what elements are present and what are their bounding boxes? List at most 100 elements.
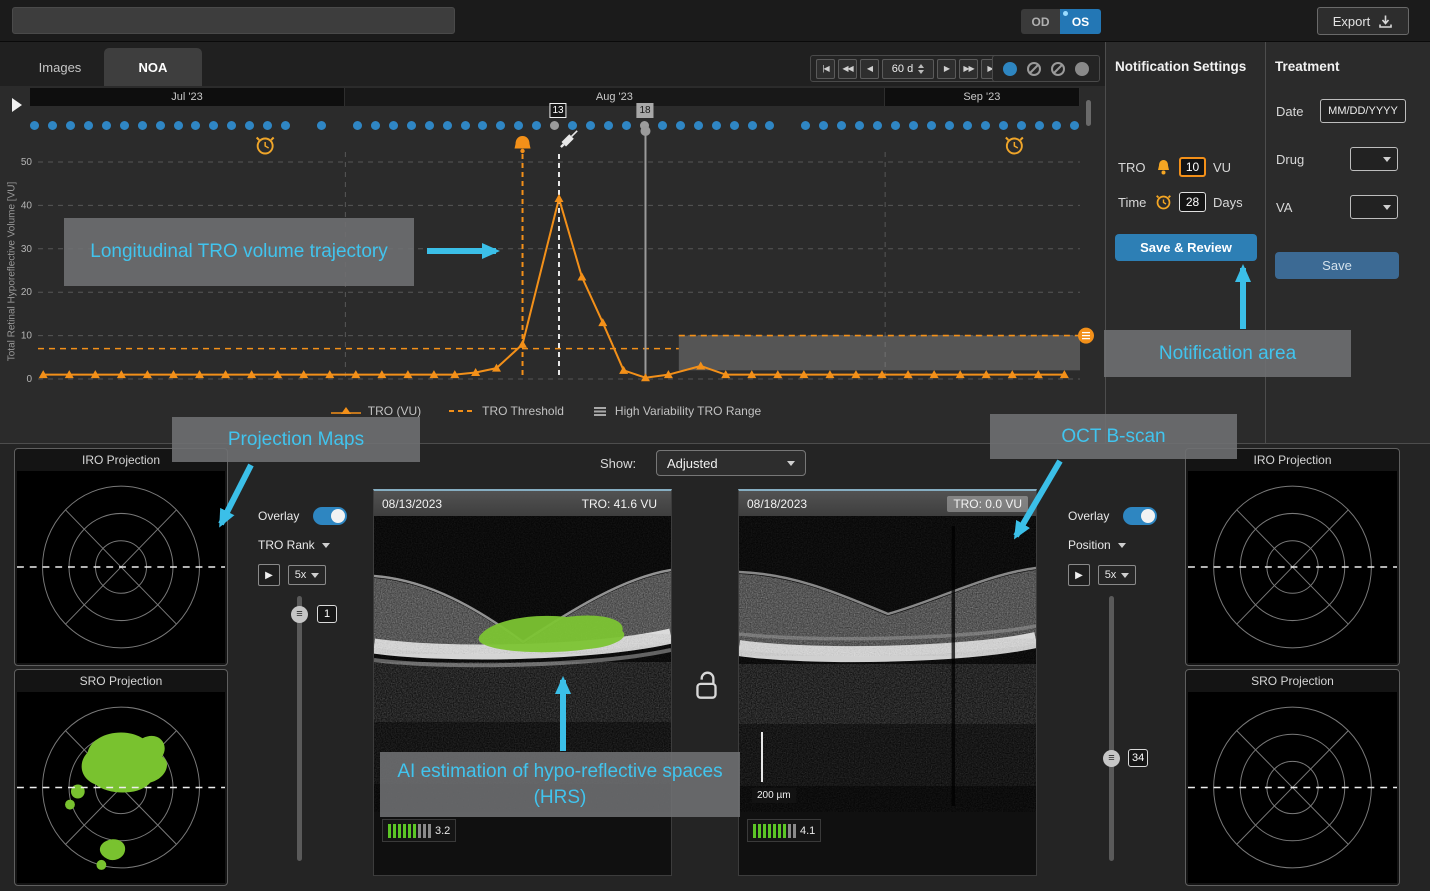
tro-unit-label: VU <box>1213 160 1231 175</box>
scan-artifact-line <box>952 526 955 806</box>
scan-filter-gray-icon[interactable] <box>1075 62 1089 76</box>
treatment-date-row: Date MM/DD/YYYY <box>1276 99 1406 123</box>
month-band-jul[interactable]: Jul '23 <box>30 88 345 106</box>
sro-projection-map-right[interactable] <box>1188 692 1397 883</box>
right-speed-select[interactable]: 5x <box>1098 565 1136 585</box>
bscan-left-header: 08/13/2023 TRO: 41.6 VU <box>374 491 671 516</box>
treatment-va-row: VA <box>1276 195 1398 219</box>
right-bscan-slider-track[interactable] <box>1109 596 1114 861</box>
left-play-button[interactable]: ▶ <box>258 564 280 586</box>
etdrs-grid-icon <box>1188 471 1397 663</box>
bscan-panel-left: 08/13/2023 TRO: 41.6 VU <box>373 489 672 876</box>
drug-select[interactable] <box>1350 147 1398 171</box>
tro-threshold-row: TRO 10 VU <box>1118 157 1231 177</box>
etdrs-grid-icon <box>17 471 225 663</box>
bscan-right-image[interactable]: 200 µm <box>739 516 1036 812</box>
tab-images[interactable]: Images <box>22 48 98 86</box>
left-overlay-mode-select[interactable]: TRO Rank <box>258 538 330 552</box>
annotation-oct-bscan: OCT B-scan <box>990 414 1237 459</box>
date-input[interactable]: MM/DD/YYYY <box>1320 99 1406 123</box>
right-overlay-mode-select[interactable]: Position <box>1068 538 1126 552</box>
overlay-label: Overlay <box>258 509 299 523</box>
band-swatch-icon <box>592 405 608 418</box>
bscan-left-tro-value: TRO: 41.6 VU <box>576 496 663 512</box>
svg-text:0: 0 <box>26 374 32 385</box>
left-bscan-slider-value: 1 <box>317 605 337 623</box>
right-panel: Notification Settings TRO 10 VU Time <box>1105 42 1430 443</box>
treatment-save-button[interactable]: Save <box>1275 252 1399 279</box>
left-bscan-slider-track[interactable] <box>297 596 302 861</box>
time-range-value: 60 d <box>892 63 913 75</box>
time-range-spinner[interactable]: 60 d <box>882 59 934 79</box>
show-label: Show: <box>600 456 636 471</box>
tro-threshold-input[interactable]: 10 <box>1179 157 1206 177</box>
etdrs-grid-icon <box>1188 692 1397 883</box>
jump-first-button[interactable]: |◀ <box>816 59 835 79</box>
timeline-play-icon[interactable] <box>12 98 22 112</box>
eye-toggle-os[interactable]: OS <box>1060 9 1101 34</box>
timeline-scrollbar[interactable] <box>1086 100 1091 126</box>
tab-noa[interactable]: NOA <box>104 48 202 86</box>
page-forward-button[interactable]: ▶▶ <box>959 59 978 79</box>
right-bscan-slider-value: 34 <box>1128 749 1148 767</box>
chevron-down-icon <box>1118 543 1126 548</box>
patient-selector-bar[interactable] <box>12 7 455 34</box>
sro-fluid-blobs <box>65 733 167 870</box>
overlay-label: Overlay <box>1068 509 1109 523</box>
bscan-left-footer: 3.2 <box>374 812 671 874</box>
left-bscan-slider-handle[interactable]: ≡ <box>291 606 308 623</box>
left-overlay-toggle[interactable] <box>313 507 347 525</box>
export-button[interactable]: Export <box>1317 7 1409 35</box>
download-icon <box>1378 14 1393 29</box>
quality-bars <box>388 823 431 838</box>
bscan-right-footer: 4.1 <box>739 812 1036 874</box>
unlock-icon <box>692 669 722 703</box>
iro-projection-map-right[interactable] <box>1188 471 1397 663</box>
right-speed-label: 5x <box>1105 569 1117 581</box>
bell-icon <box>1155 158 1172 176</box>
scan-link-lock-button[interactable] <box>692 669 722 703</box>
timeline-marker-13[interactable]: 13 <box>549 103 566 118</box>
left-speed-select[interactable]: 5x <box>288 565 326 585</box>
save-review-button[interactable]: Save & Review <box>1115 234 1257 261</box>
iro-projection-map-left[interactable] <box>17 471 225 663</box>
right-play-button[interactable]: ▶ <box>1068 564 1090 586</box>
month-band-sep[interactable]: Sep '23 <box>885 88 1080 106</box>
svg-text:20: 20 <box>21 287 33 298</box>
scan-filter-slash-icon-2[interactable] <box>1051 62 1065 76</box>
etdrs-grid-icon <box>17 692 225 883</box>
scan-filter-slash-icon-1[interactable] <box>1027 62 1041 76</box>
right-mode-label: Position <box>1068 538 1111 552</box>
right-overlay-row: Overlay <box>1068 507 1157 525</box>
va-select[interactable] <box>1350 195 1398 219</box>
eye-toggle-os-label: OS <box>1072 15 1089 29</box>
time-threshold-input[interactable]: 28 <box>1179 192 1206 212</box>
notification-settings-panel: Notification Settings TRO 10 VU Time <box>1106 42 1266 443</box>
treatment-title: Treatment <box>1275 59 1340 74</box>
month-band-aug[interactable]: Aug '23 <box>345 88 885 106</box>
show-select[interactable]: Adjusted <box>656 450 806 476</box>
legend-item-band: High Variability TRO Range <box>592 404 761 418</box>
step-forward-button[interactable]: ▶ <box>937 59 956 79</box>
right-bscan-slider-handle[interactable]: ≡ <box>1103 750 1120 767</box>
quality-value: 4.1 <box>800 825 815 837</box>
step-back-button[interactable]: ◀ <box>860 59 879 79</box>
spinner-arrows-icon[interactable] <box>918 64 924 74</box>
show-select-value: Adjusted <box>667 456 718 471</box>
time-threshold-row: Time 28 Days <box>1118 192 1243 212</box>
oct-bscan-image-right <box>739 516 1036 812</box>
quality-bars <box>753 823 796 838</box>
timeline-marker-18[interactable]: 18 <box>636 103 653 118</box>
app-root: OD OS Export Images NOA |◀ ◀◀ ◀ 60 d <box>0 0 1430 891</box>
eye-toggle-od[interactable]: OD <box>1021 9 1060 34</box>
sro-projection-title-left: SRO Projection <box>15 670 227 692</box>
scan-filter-all-icon[interactable] <box>1003 62 1017 76</box>
va-label: VA <box>1276 200 1340 215</box>
page-back-button[interactable]: ◀◀ <box>838 59 857 79</box>
sro-projection-panel-right: SRO Projection <box>1185 669 1400 886</box>
sro-projection-panel-left: SRO Projection <box>14 669 228 886</box>
right-overlay-toggle[interactable] <box>1123 507 1157 525</box>
alarm-clock-icon <box>1155 193 1172 211</box>
sro-projection-map-left[interactable] <box>17 692 225 883</box>
chart-legend: TRO (VU) TRO Threshold High Variability … <box>0 404 1092 418</box>
